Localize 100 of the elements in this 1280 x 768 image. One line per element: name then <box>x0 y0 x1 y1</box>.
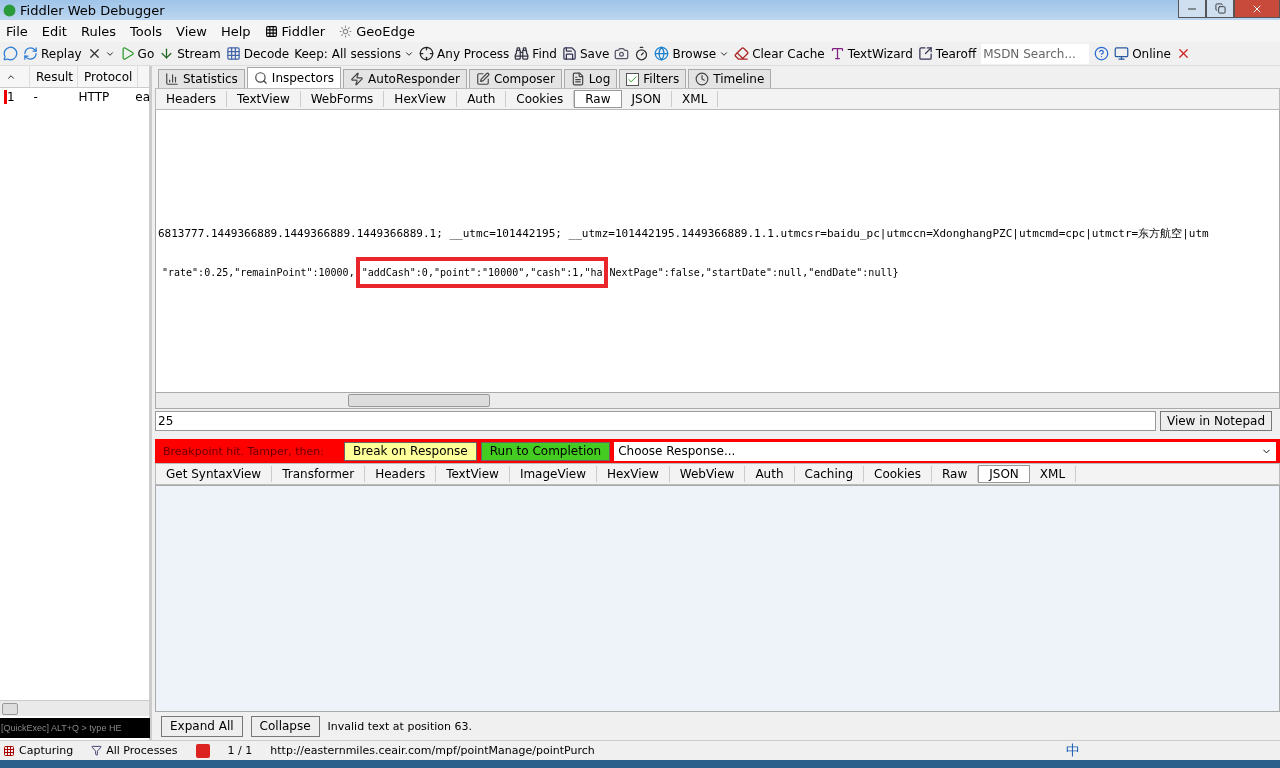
tab[interactable]: ImageView <box>509 466 597 482</box>
session-url: http://easternmiles.ceair.com/mpf/pointManage/pointPurch <box>270 744 595 757</box>
camera-icon <box>614 46 630 61</box>
breakpoint-label: Breakpoint hit. Tamper, then: <box>162 444 325 458</box>
tab[interactable]: HexView <box>596 466 670 482</box>
tab[interactable]: WebForms <box>300 91 385 107</box>
tab[interactable]: Statistics <box>158 69 245 88</box>
menu-item[interactable]: Help <box>220 23 251 39</box>
breakpoint-button[interactable]: Run to Completion <box>480 441 611 461</box>
tab[interactable]: XML <box>672 91 719 107</box>
tab[interactable]: HexView <box>384 91 458 107</box>
column-header[interactable]: Result <box>30 66 78 87</box>
play-icon <box>119 46 135 61</box>
response-select[interactable]: Choose Response... <box>614 441 1276 461</box>
minimize-button[interactable] <box>1178 0 1206 18</box>
menu-item[interactable]: GeoEdge <box>339 23 415 39</box>
toolbar-button[interactable]: Replay <box>23 46 82 61</box>
tab[interactable]: Auth <box>745 466 795 482</box>
quickexec-field[interactable]: [QuickExec] ALT+Q > type HE <box>0 718 150 738</box>
horizontal-scrollbar[interactable] <box>0 700 149 716</box>
breakpoint-button[interactable]: Break on Response <box>343 441 477 461</box>
lightning-icon <box>350 72 365 86</box>
crosshair-icon <box>419 46 435 61</box>
toolbar-dropdown[interactable]: Browse <box>654 46 730 61</box>
tab[interactable]: JSON <box>621 91 673 107</box>
tab[interactable]: Auth <box>457 91 507 107</box>
tab[interactable]: XML <box>1029 466 1077 482</box>
tab[interactable]: WebView <box>669 466 746 482</box>
menu-item[interactable]: View <box>176 23 207 39</box>
cookie-text: 6813777.1449366889.1449366889.1449366889.1; __utmc=101442195; __utmz=101442195.1449366889.1.1.utmcsr=baidu_pc|utmccn=XdonghangPZC|utmcmd=cpc|utmctr=东方航空|utm <box>157 226 1210 241</box>
tree-button[interactable]: Collapse <box>250 715 320 737</box>
help-icon <box>1094 46 1110 61</box>
tab[interactable]: Log <box>563 69 618 88</box>
document-icon <box>570 72 585 86</box>
toolbar-dropdown[interactable]: Keep: All sessions <box>294 46 415 61</box>
menu-item[interactable]: Fiddler <box>264 23 326 39</box>
grid-icon <box>3 744 15 757</box>
view-in-notepad-button[interactable]: View in Notepad <box>1159 411 1272 431</box>
refresh-icon <box>23 46 38 61</box>
toolbar-button[interactable] <box>634 46 650 61</box>
ime-indicator[interactable]: 中 <box>1066 741 1080 760</box>
letter-icon <box>829 46 845 61</box>
tab[interactable]: Timeline <box>688 69 772 88</box>
toolbar-button[interactable]: Online <box>1114 46 1171 61</box>
response-json-text: "rate":0.25,"remainPoint":10000, "addCash":0,"point":"10000","cash":1,"ha NextPage":false,"startDate":null,"endDate":null} <box>162 257 899 288</box>
breakpoint-indicator[interactable] <box>195 743 210 758</box>
tab[interactable]: Composer <box>468 69 562 88</box>
sun-icon <box>339 24 353 38</box>
tab[interactable]: TextView <box>436 466 510 482</box>
table-cell-text: HTTP <box>77 90 111 104</box>
filter-icon <box>91 745 103 756</box>
search-field[interactable]: MSDN Search... <box>981 43 1090 64</box>
tab[interactable]: Cookies <box>864 466 932 482</box>
tab[interactable]: TextView <box>226 91 301 107</box>
toolbar-button[interactable]: Find <box>514 46 557 61</box>
chart-icon <box>165 72 179 86</box>
tab[interactable]: Filters <box>619 69 687 88</box>
find-field[interactable]: 25 <box>155 411 1156 431</box>
toolbar-button[interactable]: Tearoff <box>917 46 977 61</box>
tab[interactable]: Transformer <box>272 466 366 482</box>
arrow-down-icon <box>159 46 175 61</box>
tab[interactable]: Inspectors <box>246 67 342 88</box>
grid-icon <box>264 24 278 38</box>
tab[interactable]: JSON <box>978 465 1030 483</box>
tab[interactable]: AutoResponder <box>343 69 467 88</box>
toolbar-button[interactable]: Stream <box>159 46 221 61</box>
menu-item[interactable]: File <box>6 23 28 39</box>
toolbar-button[interactable]: TextWizard <box>829 46 913 61</box>
maximize-button[interactable] <box>1206 0 1234 18</box>
toolbar-button[interactable]: Clear Cache <box>734 46 825 61</box>
tab[interactable]: Caching <box>794 466 864 482</box>
tab[interactable]: Raw <box>574 90 622 108</box>
tab[interactable]: Headers <box>365 466 437 482</box>
table-cell-text: ea <box>134 90 149 104</box>
save-icon <box>561 46 577 61</box>
magnifier-icon <box>253 71 268 85</box>
process-filter[interactable]: All Processes <box>91 744 178 757</box>
timer-icon <box>634 46 650 61</box>
session-count: 1 / 1 <box>227 744 253 757</box>
window-arrow-icon <box>917 46 933 61</box>
horizontal-scrollbar[interactable] <box>155 392 1280 409</box>
tab[interactable]: Headers <box>156 91 227 107</box>
capturing-indicator[interactable]: Capturing <box>3 744 74 757</box>
window-title: Fiddler Web Debugger <box>20 2 166 18</box>
menu-item[interactable]: Edit <box>41 23 67 39</box>
binoculars-icon <box>514 46 530 61</box>
menu-item[interactable]: Rules <box>80 23 117 39</box>
column-header[interactable]: Protocol <box>78 66 138 87</box>
toolbar-button[interactable]: Go <box>119 46 155 61</box>
menu-item[interactable]: Tools <box>130 23 163 39</box>
checkbox[interactable] <box>626 72 640 86</box>
toolbar-button[interactable] <box>614 46 630 61</box>
pen-icon <box>475 72 490 86</box>
toolbar-button[interactable]: Save <box>561 46 610 61</box>
globe-icon <box>654 46 670 61</box>
tree-button[interactable]: Expand All <box>161 715 243 737</box>
toolbar-button[interactable]: Any Process <box>419 46 510 61</box>
status-message: Invalid text at position 63. <box>327 719 472 733</box>
toolbar-button[interactable]: Decode <box>225 46 290 61</box>
tab[interactable]: Get SyntaxView <box>156 466 273 482</box>
